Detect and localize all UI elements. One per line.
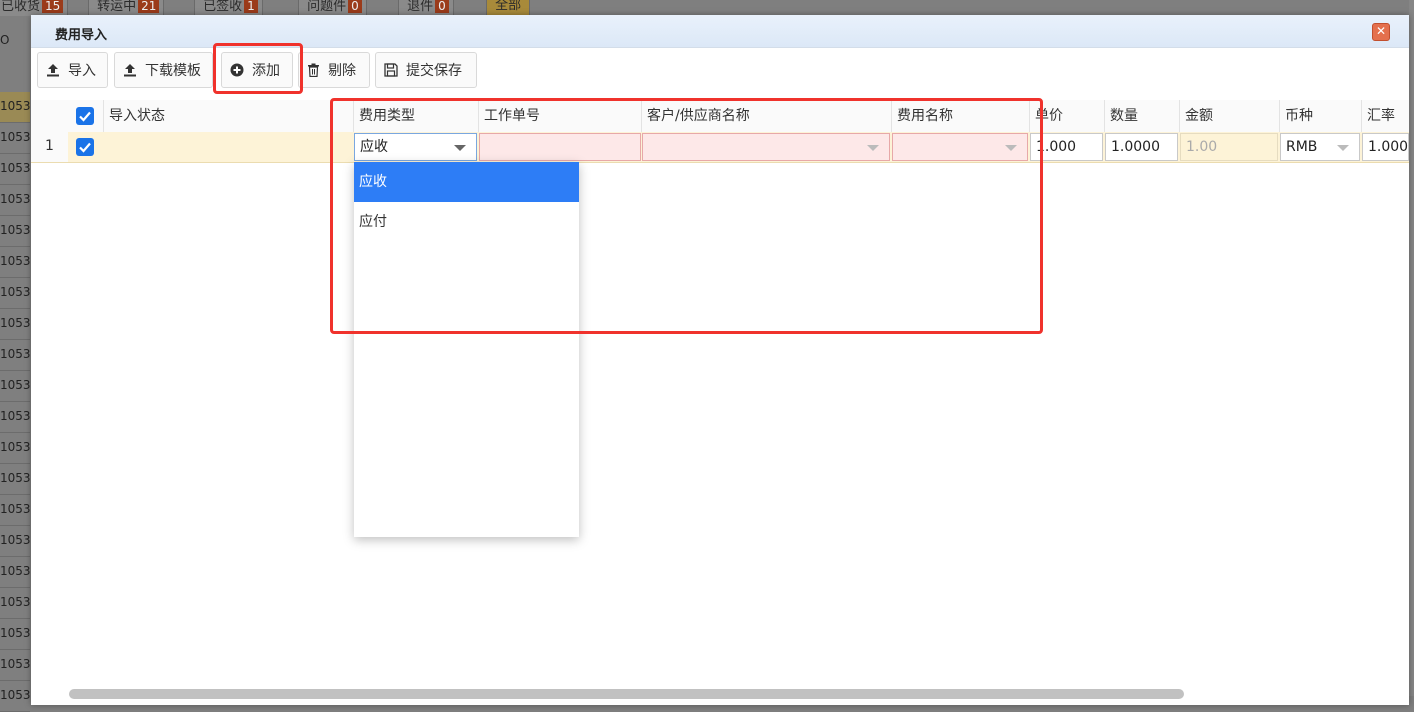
- import-status-cell: [103, 133, 353, 161]
- bg-tab-problem: 问题件 0: [298, 0, 367, 16]
- bg-row-id: 10537: [0, 619, 30, 650]
- bg-tab-in-transit: 转运中 21: [88, 0, 165, 16]
- bg-tab-signed: 已签收 1: [194, 0, 263, 16]
- chevron-down-icon: [1337, 145, 1349, 151]
- import-button[interactable]: 导入: [37, 52, 108, 88]
- upload-icon: [47, 64, 59, 77]
- bg-tab-returned: 退件 0: [398, 0, 454, 16]
- download-template-button-label: 下载模板: [145, 63, 201, 79]
- bg-row-id: 10537: [0, 216, 30, 247]
- background-status-tabs: 已收货 15 转运中 21 已签收 1 问题件 0 退件 0 全部: [0, 0, 1414, 16]
- row-checkbox[interactable]: [76, 138, 94, 156]
- exchange-rate-input[interactable]: 1.0000: [1362, 133, 1409, 161]
- bg-row-id: 10537: [0, 588, 30, 619]
- check-icon: [79, 142, 91, 153]
- quantity-input[interactable]: 1.0000: [1105, 133, 1178, 161]
- bg-row-id: 10537: [0, 557, 30, 588]
- bg-row-id: 10537: [0, 278, 30, 309]
- background-row-list: 1053710537105371053710537105371053710537…: [0, 92, 30, 712]
- bg-row-id: 10537: [0, 247, 30, 278]
- bg-filter-text: O: [0, 33, 10, 47]
- bg-row-id: 10537: [0, 526, 30, 557]
- currency-value: RMB: [1286, 139, 1318, 155]
- col-amount[interactable]: 金额: [1179, 100, 1279, 132]
- highlight-required-columns: [330, 98, 1043, 334]
- dialog-title: 费用导入: [55, 28, 108, 43]
- submit-save-button-label: 提交保存: [406, 63, 462, 79]
- col-currency[interactable]: 币种: [1279, 100, 1361, 132]
- background-edge: [1409, 0, 1414, 696]
- close-button[interactable]: ✕: [1372, 23, 1390, 41]
- amount-field: 1.00: [1180, 133, 1278, 161]
- bg-row-id: 10537: [0, 185, 30, 216]
- highlight-add-button: [213, 43, 303, 94]
- col-quantity[interactable]: 数量: [1104, 100, 1179, 132]
- save-icon: [384, 63, 398, 77]
- bg-row-id: 10537: [0, 495, 30, 526]
- currency-select[interactable]: RMB: [1280, 133, 1360, 161]
- trash-icon: [308, 63, 319, 77]
- bg-row-id: 10537: [0, 433, 30, 464]
- bg-row-id: 10537: [0, 464, 30, 495]
- col-import-status[interactable]: 导入状态: [103, 100, 353, 132]
- bg-row-id: 10537: [0, 340, 30, 371]
- bg-row-id: 10537: [0, 650, 30, 681]
- submit-save-button[interactable]: 提交保存: [375, 52, 477, 88]
- close-icon: ✕: [1375, 24, 1387, 38]
- import-button-label: 导入: [68, 63, 96, 79]
- bg-tab-all: 全部: [486, 0, 531, 16]
- bg-row-id: 10537: [0, 123, 30, 154]
- col-exchange-rate[interactable]: 汇率: [1361, 100, 1409, 132]
- select-all-checkbox[interactable]: [76, 107, 94, 125]
- bg-row-id: 10537: [0, 681, 30, 712]
- download-template-button[interactable]: 下载模板: [114, 52, 213, 88]
- horizontal-scrollbar[interactable]: [69, 689, 1184, 699]
- bg-tab-received: 已收货 15: [0, 0, 69, 16]
- bg-row-id: 10537: [0, 402, 30, 433]
- delete-button[interactable]: 剔除: [298, 52, 370, 88]
- row-number: 1: [31, 132, 68, 162]
- delete-button-label: 剔除: [328, 63, 356, 79]
- upload-icon: [124, 64, 136, 77]
- bg-row-id: 10537: [0, 92, 30, 123]
- bg-row-id: 10537: [0, 154, 30, 185]
- select-all-cell: [68, 100, 103, 132]
- check-icon: [79, 111, 91, 122]
- bg-row-id: 10537: [0, 371, 30, 402]
- bg-row-id: 10537: [0, 309, 30, 340]
